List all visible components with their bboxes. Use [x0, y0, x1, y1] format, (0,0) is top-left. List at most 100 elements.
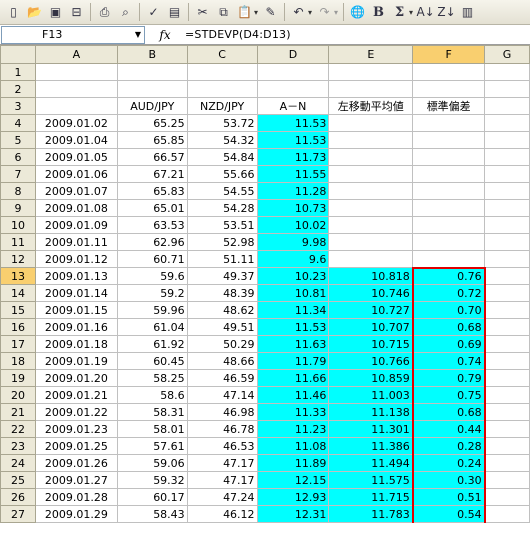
cell-c3[interactable]: NZD/JPY: [186, 97, 258, 115]
cell-e22[interactable]: 11.301: [328, 420, 414, 438]
cell-b12[interactable]: 60.71: [116, 250, 188, 268]
cell-d5[interactable]: 11.53: [256, 131, 330, 149]
cell-a14[interactable]: 2009.01.14: [34, 284, 118, 302]
print-preview-icon[interactable]: ⌕: [117, 4, 134, 21]
paste-dropdown-icon[interactable]: ▾: [254, 8, 258, 17]
cell-a22[interactable]: 2009.01.23: [34, 420, 118, 438]
autosum-dropdown-icon[interactable]: ▾: [409, 8, 413, 17]
cell-e10[interactable]: [328, 216, 414, 234]
cell-g21[interactable]: [484, 403, 530, 421]
cell-e23[interactable]: 11.386: [328, 437, 414, 455]
cell-g1[interactable]: [484, 63, 530, 81]
row-header[interactable]: 1: [0, 63, 36, 81]
chevron-down-icon[interactable]: ▼: [135, 30, 141, 39]
cell-f26[interactable]: 0.51: [411, 488, 486, 506]
cell-d24[interactable]: 11.89: [256, 454, 330, 472]
row-header[interactable]: 10: [0, 216, 36, 234]
sort-descending-icon[interactable]: Z↓: [437, 4, 455, 21]
cell-d2[interactable]: [256, 80, 330, 98]
cell-a19[interactable]: 2009.01.20: [34, 369, 118, 387]
column-header-d[interactable]: D: [256, 45, 330, 64]
cell-a20[interactable]: 2009.01.21: [34, 386, 118, 404]
undo-dropdown-icon[interactable]: ▾: [308, 8, 312, 17]
cell-a11[interactable]: 2009.01.11: [34, 233, 118, 251]
cell-a3[interactable]: [34, 97, 118, 115]
row-header[interactable]: 4: [0, 114, 36, 132]
cell-b5[interactable]: 65.85: [116, 131, 188, 149]
cell-a5[interactable]: 2009.01.04: [34, 131, 118, 149]
cell-c5[interactable]: 54.32: [186, 131, 258, 149]
cell-e16[interactable]: 10.707: [328, 318, 414, 336]
cell-g18[interactable]: [484, 352, 530, 370]
row-header[interactable]: 18: [0, 352, 36, 370]
cell-c2[interactable]: [186, 80, 258, 98]
cell-g2[interactable]: [484, 80, 530, 98]
cell-g7[interactable]: [484, 165, 530, 183]
cell-a21[interactable]: 2009.01.22: [34, 403, 118, 421]
cell-g10[interactable]: [484, 216, 530, 234]
cell-f15[interactable]: 0.70: [411, 301, 486, 319]
open-icon[interactable]: 📂: [26, 4, 43, 21]
row-header[interactable]: 2: [0, 80, 36, 98]
save-icon[interactable]: ▣: [47, 4, 64, 21]
permission-icon[interactable]: ⊟: [68, 4, 85, 21]
undo-icon[interactable]: ↶: [290, 4, 307, 21]
cell-f17[interactable]: 0.69: [411, 335, 486, 353]
cell-f2[interactable]: [412, 80, 486, 98]
cell-d14[interactable]: 10.81: [256, 284, 330, 302]
cell-g11[interactable]: [484, 233, 530, 251]
cell-e20[interactable]: 11.003: [328, 386, 414, 404]
cell-g4[interactable]: [484, 114, 530, 132]
cell-a26[interactable]: 2009.01.28: [34, 488, 118, 506]
column-header-b[interactable]: B: [116, 45, 188, 64]
cell-c1[interactable]: [186, 63, 258, 81]
cell-f18[interactable]: 0.74: [411, 352, 486, 370]
cell-c4[interactable]: 53.72: [186, 114, 258, 132]
cell-b15[interactable]: 59.96: [116, 301, 188, 319]
cell-b16[interactable]: 61.04: [116, 318, 188, 336]
cell-c14[interactable]: 48.39: [186, 284, 258, 302]
cell-e19[interactable]: 10.859: [328, 369, 414, 387]
function-icon[interactable]: fx: [145, 28, 185, 42]
cell-g17[interactable]: [484, 335, 530, 353]
cell-d11[interactable]: 9.98: [256, 233, 330, 251]
cell-a1[interactable]: [34, 63, 118, 81]
cell-d21[interactable]: 11.33: [256, 403, 330, 421]
column-header-g[interactable]: G: [484, 45, 530, 64]
cell-g24[interactable]: [484, 454, 530, 472]
cell-d12[interactable]: 9.6: [256, 250, 330, 268]
cell-f23[interactable]: 0.28: [411, 437, 486, 455]
cell-g23[interactable]: [484, 437, 530, 455]
row-header[interactable]: 24: [0, 454, 36, 472]
cell-b23[interactable]: 57.61: [116, 437, 188, 455]
cell-a24[interactable]: 2009.01.26: [34, 454, 118, 472]
row-header[interactable]: 27: [0, 505, 36, 523]
cell-e7[interactable]: [328, 165, 414, 183]
cell-f13[interactable]: 0.76: [411, 266, 486, 285]
cell-a4[interactable]: 2009.01.02: [34, 114, 118, 132]
cell-g22[interactable]: [484, 420, 530, 438]
column-header-a[interactable]: A: [34, 45, 118, 64]
redo-icon[interactable]: ↷: [316, 4, 333, 21]
cell-e26[interactable]: 11.715: [328, 488, 414, 506]
cell-f4[interactable]: [412, 114, 486, 132]
cell-c26[interactable]: 47.24: [186, 488, 258, 506]
cell-d3[interactable]: A－N: [256, 97, 330, 115]
cell-d23[interactable]: 11.08: [256, 437, 330, 455]
cell-g14[interactable]: [484, 284, 530, 302]
cell-a10[interactable]: 2009.01.09: [34, 216, 118, 234]
cell-c18[interactable]: 48.66: [186, 352, 258, 370]
cell-c19[interactable]: 46.59: [186, 369, 258, 387]
cell-d10[interactable]: 10.02: [256, 216, 330, 234]
cell-f9[interactable]: [412, 199, 486, 217]
cell-g27[interactable]: [484, 505, 530, 523]
column-header-f[interactable]: F: [412, 45, 486, 64]
cell-d7[interactable]: 11.55: [256, 165, 330, 183]
cell-d13[interactable]: 10.23: [256, 267, 330, 285]
cell-f10[interactable]: [412, 216, 486, 234]
cell-d4[interactable]: 11.53: [256, 114, 330, 132]
cell-a18[interactable]: 2009.01.19: [34, 352, 118, 370]
cell-d16[interactable]: 11.53: [256, 318, 330, 336]
cell-e18[interactable]: 10.766: [328, 352, 414, 370]
cell-g19[interactable]: [484, 369, 530, 387]
